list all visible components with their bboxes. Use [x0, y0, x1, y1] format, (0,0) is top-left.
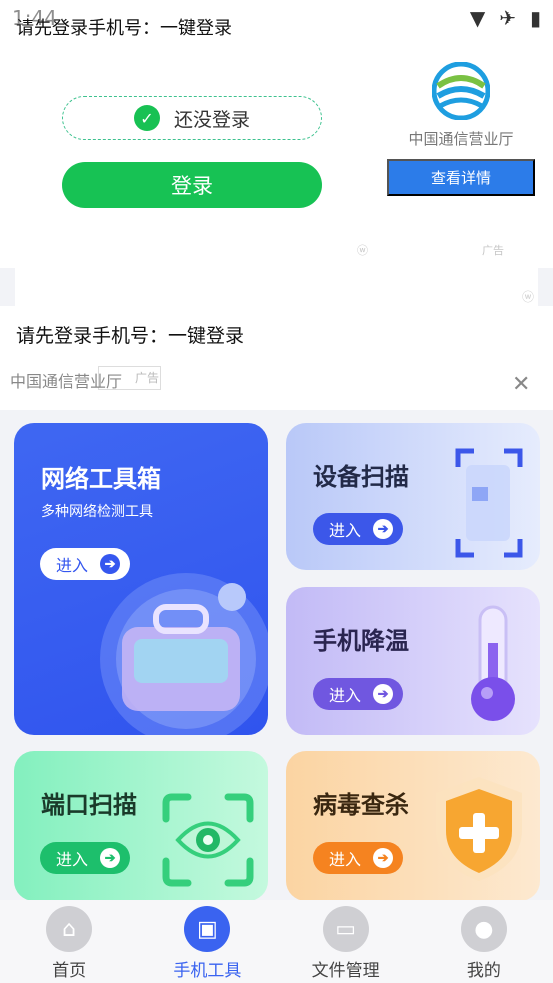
ad-spacer: ⓦ	[15, 268, 538, 306]
status-bar: 1:44 ▼ ✈ ▮	[0, 0, 553, 38]
nav-label: 手机工具	[173, 961, 242, 981]
nav-label: 文件管理	[311, 961, 380, 981]
status-icons: ▼ ✈ ▮	[470, 6, 541, 30]
device-enter-button[interactable]: 进入 ➔	[313, 513, 403, 545]
arrow-right-icon: ➔	[373, 848, 394, 868]
brand-name: 中国通信营业厅	[408, 130, 514, 148]
view-details-button[interactable]: 查看详情	[387, 159, 535, 196]
phone-cooling-card[interactable]: 手机降温 进入 ➔	[286, 587, 540, 735]
login-status-pill: ✓ 还没登录	[62, 96, 322, 140]
ad-login-button[interactable]: 登录	[62, 162, 322, 208]
arrow-right-icon: ➔	[373, 684, 394, 704]
device-scan-card[interactable]: 设备扫描 进入 ➔	[286, 423, 540, 570]
ad-banner[interactable]: 请先登录手机号：一键登录 ✓ 还没登录 登录 中国通信营业厅 查看详情 ⓦ 广告	[0, 0, 553, 268]
ad-feed[interactable]: 请先登录手机号：一键登录 广告 中国通信营业厅 ✕	[0, 306, 553, 410]
bottom-nav: ⌂ 首页 ▣ 手机工具 ▭ 文件管理 ● 我的	[0, 900, 553, 983]
enter-label: 进入	[56, 852, 89, 869]
cooling-enter-button[interactable]: 进入 ➔	[313, 678, 403, 710]
battery-icon: ▮	[529, 6, 541, 30]
toolbox-illustration-icon	[100, 573, 268, 735]
nav-item-home[interactable]: ⌂ 首页	[0, 900, 138, 983]
network-toolbox-card[interactable]: 网络工具箱 多种网络检测工具 进入 ➔	[14, 423, 268, 735]
nav-item-file-manager[interactable]: ▭ 文件管理	[277, 900, 415, 983]
enter-label: 进入	[329, 852, 362, 869]
virus-kill-title: 病毒查杀	[313, 791, 409, 819]
thermometer-icon	[471, 605, 515, 721]
eye-scan-icon	[162, 793, 254, 887]
device-scan-title: 设备扫描	[313, 463, 409, 491]
nav-label: 我的	[466, 961, 501, 981]
toolbox-icon: ▣	[184, 906, 231, 952]
enter-label: 进入	[329, 688, 362, 705]
china-mobile-logo	[432, 62, 490, 120]
ad-watermark-icon: ⓦ	[357, 244, 368, 257]
user-icon: ●	[460, 906, 507, 952]
scan-frame-icon	[455, 448, 523, 558]
arrow-right-icon: ➔	[373, 519, 394, 539]
login-status-text: 还没登录	[173, 108, 250, 131]
phone-cooling-title: 手机降温	[313, 627, 409, 655]
home-icon: ⌂	[46, 906, 93, 952]
nav-item-phone-tools[interactable]: ▣ 手机工具	[138, 900, 276, 983]
enter-label: 进入	[56, 558, 89, 575]
ad-feed-title: 请先登录手机号：一键登录	[16, 325, 245, 347]
check-icon: ✓	[133, 105, 160, 131]
network-toolbox-title: 网络工具箱	[41, 465, 161, 493]
nav-item-mine[interactable]: ● 我的	[415, 900, 553, 983]
ad-label: 广告	[482, 244, 504, 257]
status-time: 1:44	[12, 6, 57, 30]
folder-icon: ▭	[322, 906, 369, 952]
enter-label: 进入	[329, 523, 362, 540]
wifi-icon: ▼	[469, 6, 486, 30]
arrow-right-icon: ➔	[100, 848, 121, 868]
nav-label: 首页	[52, 961, 87, 981]
close-icon[interactable]: ✕	[512, 372, 530, 397]
ad-feed-brand: 中国通信营业厅	[10, 372, 123, 391]
network-toolbox-subtitle: 多种网络检测工具	[41, 504, 153, 520]
virus-kill-card[interactable]: 病毒查杀 进入 ➔	[286, 751, 540, 901]
shield-icon	[436, 777, 522, 881]
virus-enter-button[interactable]: 进入 ➔	[313, 842, 403, 874]
port-scan-title: 端口扫描	[41, 791, 137, 819]
ad-watermark-icon: ⓦ	[521, 290, 534, 304]
port-scan-card[interactable]: 端口扫描 进入 ➔	[14, 751, 268, 901]
airplane-icon: ✈	[499, 6, 516, 30]
port-enter-button[interactable]: 进入 ➔	[40, 842, 130, 874]
